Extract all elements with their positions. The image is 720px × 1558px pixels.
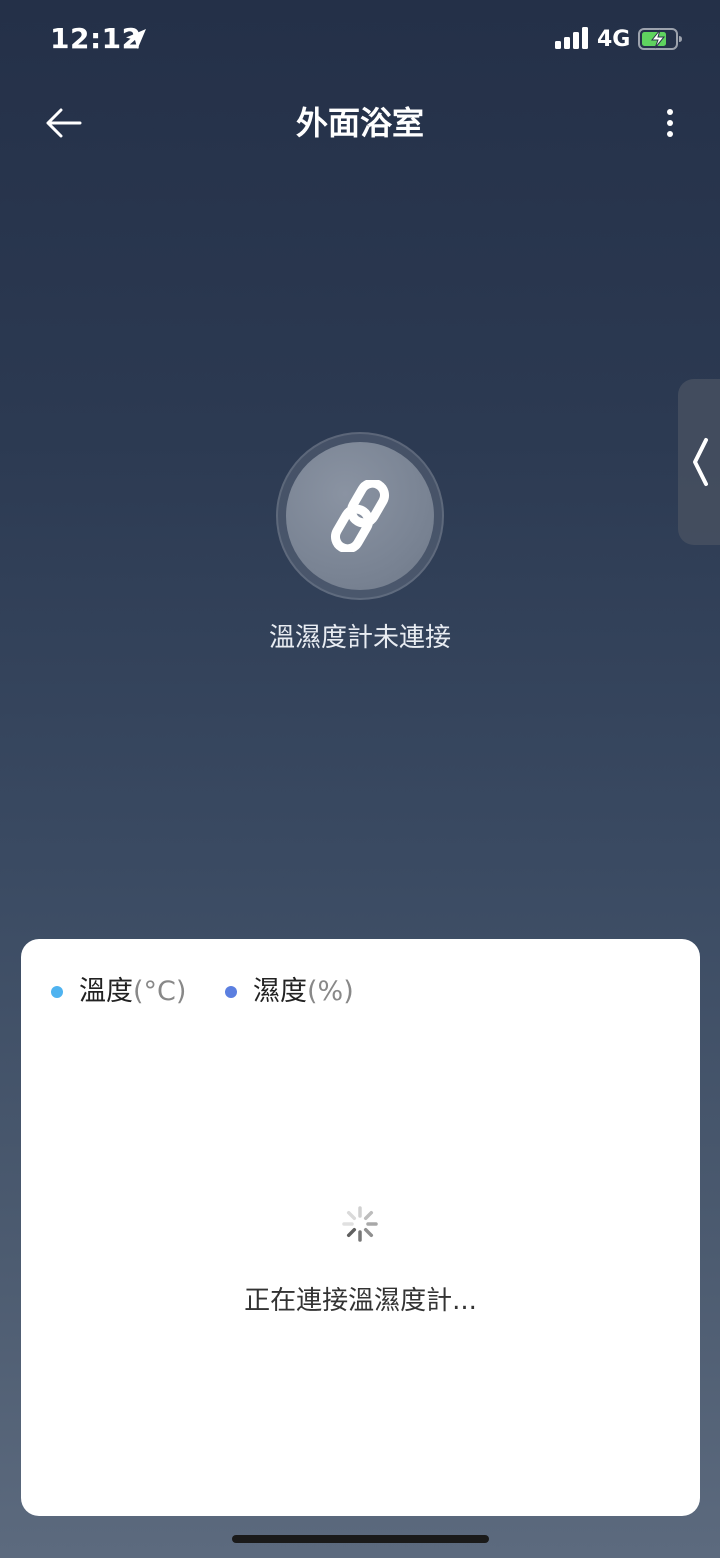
arrow-left-icon bbox=[46, 108, 82, 138]
legend-unit: (°C) bbox=[133, 976, 187, 1007]
connecting-message: 正在連接溫濕度計... bbox=[244, 1286, 477, 1316]
page-title: 外面浴室 bbox=[295, 104, 424, 142]
more-options-button[interactable] bbox=[650, 100, 690, 146]
spinner-icon bbox=[342, 1206, 378, 1242]
legend-dot-temperature bbox=[51, 986, 63, 998]
network-label: 4G bbox=[597, 27, 631, 52]
signal-icon bbox=[555, 27, 588, 49]
status-bar: 12:12 4G bbox=[0, 0, 720, 80]
legend-dot-humidity bbox=[225, 986, 237, 998]
chart-card: 溫度 (°C) 濕度 (%) 正在連接溫濕度計... bbox=[21, 939, 700, 1516]
battery-charging-icon bbox=[638, 28, 682, 50]
legend-temperature[interactable]: 溫度 (°C) bbox=[51, 975, 186, 1009]
location-arrow-icon bbox=[126, 29, 146, 49]
side-drawer-handle[interactable] bbox=[678, 379, 720, 545]
link-icon bbox=[331, 480, 389, 552]
legend-humidity[interactable]: 濕度 (%) bbox=[225, 975, 354, 1009]
legend-unit: (%) bbox=[307, 976, 354, 1007]
chevron-left-icon bbox=[693, 438, 708, 486]
home-indicator bbox=[232, 1535, 489, 1543]
legend-label: 濕度 bbox=[253, 976, 307, 1007]
more-vertical-icon bbox=[667, 109, 673, 137]
legend-label: 溫度 bbox=[79, 976, 133, 1007]
back-button[interactable] bbox=[36, 100, 92, 146]
disconnected-message: 溫濕度計未連接 bbox=[268, 623, 451, 653]
